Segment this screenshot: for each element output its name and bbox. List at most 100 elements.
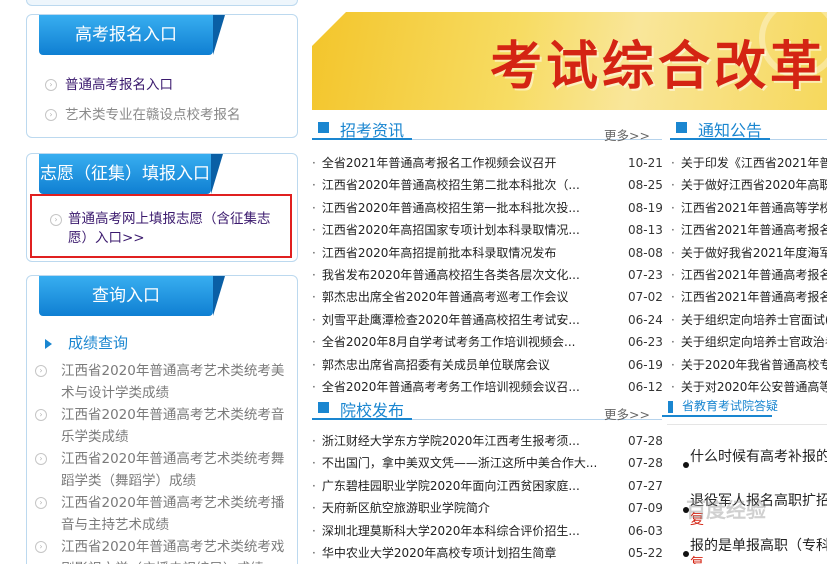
news-title: 郭杰忠出席全省2020年普通高考巡考工作会议 [321, 290, 569, 305]
dot-icon: · [312, 456, 316, 471]
general-registration-link[interactable]: › 普通高考报名入口 [45, 73, 173, 93]
ask-item-status: 复 [690, 556, 704, 564]
left-top-strip [26, 0, 298, 6]
exam-registration-box: 高考报名入口 › 普通高考报名入口 › 艺术类专业在赣设点校考报名 [26, 14, 298, 138]
news-date: 07-09 [628, 501, 663, 516]
dot-icon: · [671, 223, 675, 238]
square-icon [676, 122, 687, 133]
news-item[interactable]: · 关于组织定向培养士官面试( [671, 309, 827, 331]
dot-icon: · [312, 434, 316, 448]
volunteer-title: 志愿（征集）填报入口 [39, 154, 223, 194]
news-title: 全省2021年普通高考报名工作视频会议召开 [321, 156, 557, 170]
news-title: 关于对2020年公安普通高等 [680, 380, 827, 394]
news-title: 郭杰忠出席省高招委有关成员单位联席会议 [321, 357, 550, 372]
news-title: 华中农业大学2020年高校专项计划招生简章 [321, 546, 557, 560]
dot-icon: · [312, 501, 316, 516]
ask-item[interactable]: 什么时候有高考补报的 [690, 446, 827, 466]
news-title: 全省2020年普通高考考务工作培训视频会议召... [321, 380, 580, 394]
news-date: 06-23 [628, 335, 663, 350]
news-date: 06-03 [628, 523, 663, 538]
dot-icon: · [671, 380, 675, 394]
dot-icon: · [671, 312, 675, 327]
news-item[interactable]: · 全省2021年普通高考报名工作视频会议召开 [312, 152, 582, 174]
news-item[interactable]: · 华中农业大学2020年高校专项计划招生简章 [312, 542, 602, 564]
ask-title[interactable]: 省教育考试院答疑 [682, 399, 778, 413]
news-item[interactable]: · 江西省2021年普通高等学校 [671, 197, 827, 219]
news-title: 深圳北理莫斯科大学2020年本科综合评价招生... [321, 523, 580, 538]
news-date: 06-19 [628, 357, 663, 372]
divider [667, 424, 827, 425]
news-date: 08-19 [628, 200, 663, 215]
news-item[interactable]: · 全省2020年8月自学考试考务工作培训视频会... [312, 331, 582, 353]
bar-icon [668, 401, 673, 413]
news-title: 关于做好我省2021年度海军 [680, 245, 827, 260]
header-underline [670, 138, 770, 140]
news-item[interactable]: · 全省2020年普通高考考务工作培训视频会议召... [312, 376, 582, 398]
art-registration-link[interactable]: › 艺术类专业在赣设点校考报名 [45, 103, 241, 123]
square-icon [318, 402, 329, 413]
news-item[interactable]: · 刘雪平赴鹰潭检查2020年普通高校招生考试安... [312, 309, 582, 331]
news-item[interactable]: · 郭杰忠出席全省2020年普通高考巡考工作会议 [312, 286, 582, 308]
ask-item[interactable]: 报的是单报高职（专科 [690, 535, 827, 555]
query-box: 查询入口 成绩查询 › 江西省2020年普通高考艺术类统考美术与设计学类成绩 › 江… [26, 275, 298, 564]
news-item[interactable]: · 江西省2020年普通高校招生第一批本科批次投... [312, 197, 582, 219]
dot-icon: · [312, 223, 316, 238]
news-item[interactable]: · 关于做好江西省2020年高职 [671, 174, 827, 196]
news-item[interactable]: · 浙江财经大学东方学院2020年江西考生报考须... [312, 430, 602, 452]
volunteer-fill-link[interactable]: › 普通高考网上填报志愿（含征集志愿）入口>> [46, 210, 280, 248]
dot-icon: · [312, 268, 316, 282]
dot-icon: · [312, 156, 316, 170]
query-item[interactable]: › 江西省2020年普通高考艺术类统考舞蹈学类（舞蹈学）成绩 [35, 448, 293, 492]
query-item[interactable]: ›江西省2020年普通高考艺术类统考戏剧影视文学（广播电视编导）成绩 [35, 536, 293, 564]
dot-icon: · [671, 156, 675, 170]
news-item[interactable]: · 江西省2020年普通高校招生第二批本科批次（... [312, 174, 582, 196]
news-item[interactable]: · 深圳北理莫斯科大学2020年本科综合评价招生... [312, 520, 602, 542]
news-title: 天府新区航空旅游职业学院简介 [321, 501, 490, 516]
chevron-circle-icon: › [50, 214, 62, 226]
news-item[interactable]: · 天府新区航空旅游职业学院简介 [312, 497, 602, 519]
yuanxiao-more-link[interactable]: 更多>> [604, 404, 650, 423]
news-item[interactable]: · 江西省2020年高招提前批本科录取情况发布 [312, 242, 582, 264]
dot-icon: · [312, 178, 316, 193]
news-item[interactable]: · 广东碧桂园职业学院2020年面向江西贫困家庭... [312, 475, 602, 497]
news-item[interactable]: · 江西省2021年普通高考报名 [671, 286, 827, 308]
news-date: 06-24 [628, 312, 663, 327]
news-title: 江西省2020年普通高校招生第一批本科批次投... [321, 200, 580, 215]
dot-icon: · [671, 200, 675, 215]
news-date: 08-25 [628, 178, 663, 193]
news-item[interactable]: · 江西省2021年普通高考报名 [671, 264, 827, 286]
news-date: 08-08 [628, 245, 663, 260]
news-item[interactable]: · 江西省2020年高招国家专项计划本科录取情况... [312, 219, 582, 241]
query-item[interactable]: › 江西省2020年普通高考艺术类统考音乐学类成绩 [35, 404, 293, 448]
news-title: 江西省2020年高招提前批本科录取情况发布 [321, 245, 557, 260]
news-item[interactable]: · 江西省2021年普通高考报名 [671, 219, 827, 241]
query-item[interactable]: › 江西省2020年普通高考艺术类统考美术与设计学类成绩 [35, 360, 293, 404]
news-title: 关于组织定向培养士官面试( [680, 312, 827, 327]
dot-icon: · [312, 380, 316, 394]
bullet-icon [683, 462, 689, 468]
score-query-heading[interactable]: 成绩查询 [45, 332, 128, 353]
news-title: 关于做好江西省2020年高职 [680, 178, 827, 193]
chevron-circle-icon: › [45, 109, 57, 121]
query-item[interactable]: › 江西省2020年普通高考艺术类统考播音与主持艺术成绩 [35, 492, 293, 536]
news-title: 江西省2021年普通高考报名 [680, 223, 827, 238]
news-title: 浙江财经大学东方学院2020年江西考生报考须... [321, 434, 580, 448]
news-item[interactable]: · 我省发布2020年普通高校招生各类各层次文化... [312, 264, 582, 286]
dot-icon: · [312, 290, 316, 305]
news-title: 江西省2021年普通高考报名 [680, 268, 827, 282]
news-item[interactable]: · 关于2020年我省普通高校专 [671, 354, 827, 376]
news-title: 刘雪平赴鹰潭检查2020年普通高校招生考试安... [321, 312, 580, 327]
dot-icon: · [671, 178, 675, 193]
news-item[interactable]: · 关于组织定向培养士官政治考 [671, 331, 827, 353]
news-date: 08-13 [628, 223, 663, 238]
tongzhi-header: 通知公告 [670, 116, 827, 140]
news-item[interactable]: · 郭杰忠出席省高招委有关成员单位联席会议 [312, 354, 582, 376]
zhaokao-more-link[interactable]: 更多>> [604, 125, 650, 144]
news-item[interactable]: · 关于做好我省2021年度海军 [671, 242, 827, 264]
news-item[interactable]: · 不出国门，拿中美双文凭——浙江这所中美合作大... [312, 452, 602, 474]
news-date: 07-28 [628, 456, 663, 471]
news-title: 江西省2020年高招国家专项计划本科录取情况... [321, 223, 580, 238]
header-underline [312, 418, 412, 420]
news-item[interactable]: · 关于印发《江西省2021年普 [671, 152, 827, 174]
reform-banner[interactable]: 考试综合改革 [312, 12, 827, 110]
